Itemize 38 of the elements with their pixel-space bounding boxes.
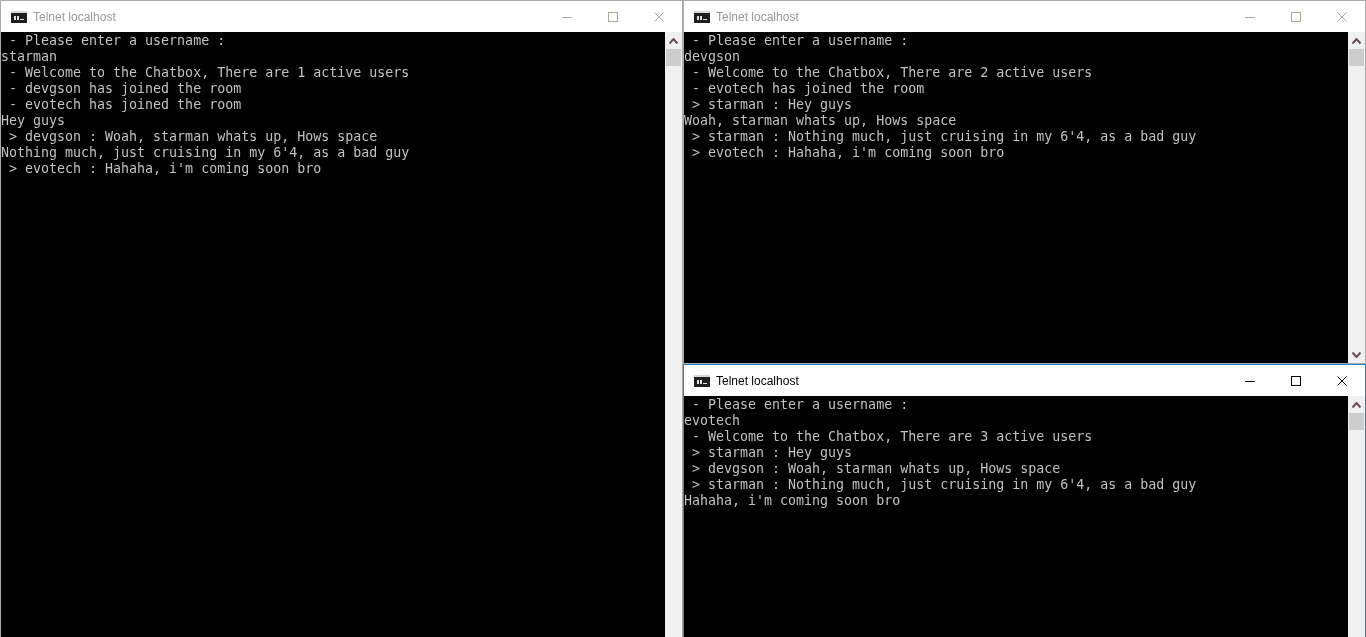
console-line: Hey guys <box>1 113 66 129</box>
console-line: > evotech : Hahaha, i'm coming soon bro <box>8 161 322 177</box>
console-icon <box>694 10 710 23</box>
window-title: Telnet localhost <box>716 9 799 24</box>
console-line: - evotech has joined the room <box>691 81 925 97</box>
console-line: - Welcome to the Chatbox, There are 1 active users <box>8 65 410 81</box>
console-line: - Please enter a username : <box>691 397 909 413</box>
close-icon <box>654 11 664 22</box>
console-icon <box>11 10 27 23</box>
console-line: - devgson has joined the room <box>8 81 242 97</box>
console-line: Hahaha, i'm coming soon bro <box>684 493 901 509</box>
console-line: Nothing much, just cruising in my 6'4, as a bad guy <box>1 145 410 161</box>
console-line: > starman : Hey guys <box>691 97 853 113</box>
close-icon <box>1337 375 1347 386</box>
console-line: starman <box>1 49 58 65</box>
console-line: > starman : Hey guys <box>691 445 853 461</box>
console-line: > devgson : Woah, starman whats up, Hows space <box>8 129 378 145</box>
console-line: - Welcome to the Chatbox, There are 3 active users <box>691 429 1093 445</box>
console-line: Woah, starman whats up, Hows space <box>684 113 957 129</box>
console-line: - evotech has joined the room <box>8 97 242 113</box>
console-line: > starman : Nothing much, just cruising in my 6'4, as a bad guy <box>691 129 1197 145</box>
maximize-icon <box>1291 11 1301 22</box>
console-line: devgson <box>684 49 741 65</box>
scrollbar-thumb[interactable] <box>1349 413 1364 430</box>
maximize-icon <box>1291 375 1301 386</box>
console-line: - Please enter a username : <box>8 33 226 49</box>
window-title: Telnet localhost <box>33 9 116 24</box>
scrollbar[interactable] <box>1348 396 1365 637</box>
close-icon <box>1337 11 1347 22</box>
console-line: evotech <box>684 413 741 429</box>
console-line: - Welcome to the Chatbox, There are 2 active users <box>691 65 1093 81</box>
console-line: > starman : Nothing much, just cruising in my 6'4, as a bad guy <box>691 477 1197 493</box>
console-line: - Please enter a username : <box>691 33 909 49</box>
console-icon <box>694 374 710 387</box>
console-line: > devgson : Woah, starman whats up, Hows space <box>691 461 1061 477</box>
window-title: Telnet localhost <box>716 373 799 388</box>
console-line: > evotech : Hahaha, i'm coming soon bro <box>691 145 1005 161</box>
maximize-icon <box>608 11 618 22</box>
